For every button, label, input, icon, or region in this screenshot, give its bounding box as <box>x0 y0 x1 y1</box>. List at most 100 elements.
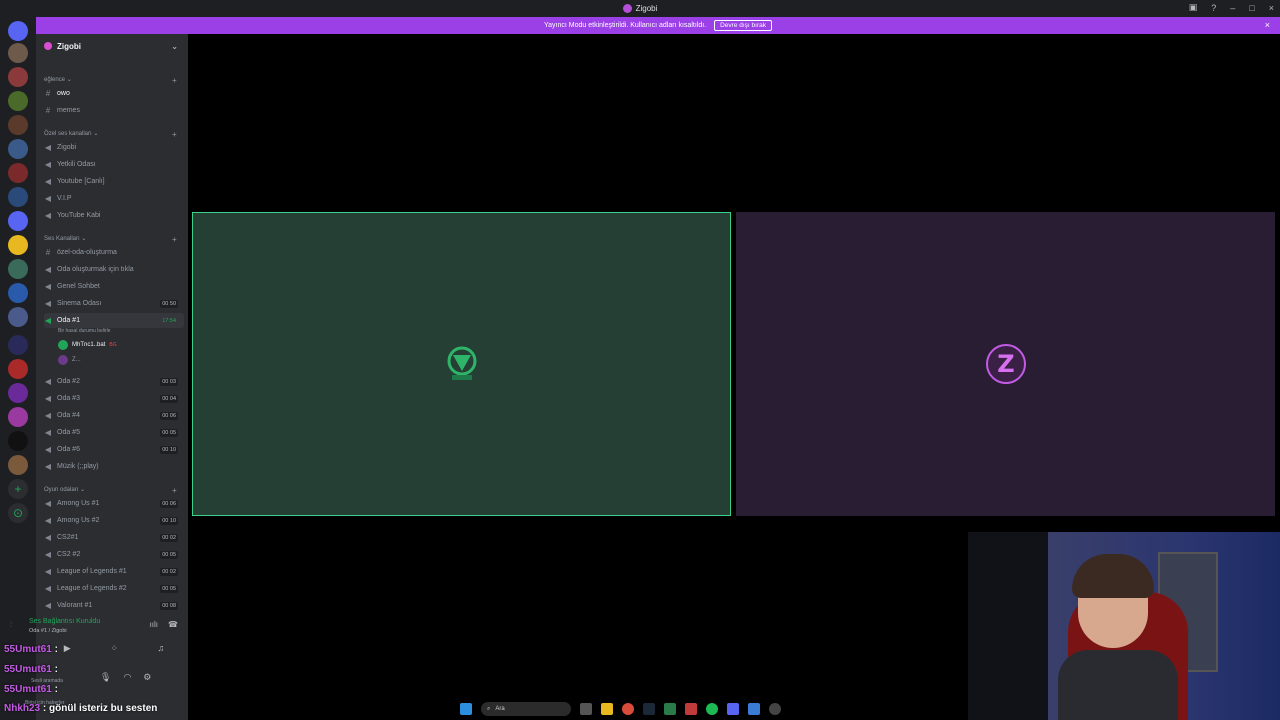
channel-cs2[interactable]: ◀ CS2 #2 00 05 <box>44 547 184 562</box>
add-channel-icon[interactable]: + <box>172 130 177 139</box>
speaker-icon: ◀ <box>44 445 52 454</box>
windows-start-icon[interactable] <box>460 703 472 715</box>
chrome-icon[interactable] <box>622 703 634 715</box>
server-icon[interactable] <box>8 67 28 87</box>
add-channel-icon[interactable]: + <box>172 235 177 244</box>
server-icon[interactable] <box>8 259 28 279</box>
server-icon[interactable] <box>8 139 28 159</box>
channel-oda5[interactable]: ◀ Oda #5 00 05 <box>44 425 184 440</box>
channel-cs1[interactable]: ◀ CS2#1 00 02 <box>44 530 184 545</box>
server-icon[interactable] <box>8 91 28 111</box>
channel-label: Müzik (;;play) <box>57 463 99 470</box>
add-channel-icon[interactable]: + <box>172 76 177 85</box>
server-icon[interactable] <box>8 335 28 355</box>
mic-icon[interactable]: 🎙 <box>100 672 111 683</box>
channel-among1[interactable]: ◀ Among Us #1 00 06 <box>44 496 184 511</box>
channel-zigobi[interactable]: ◀ Zigobi <box>44 140 184 155</box>
inbox-icon[interactable]: ▣ <box>1189 2 1198 13</box>
channel-oda4[interactable]: ◀ Oda #4 00 06 <box>44 408 184 423</box>
photos-icon[interactable] <box>748 703 760 715</box>
channel-label: owo <box>57 90 70 97</box>
guild-header[interactable]: Zigobi ⌄ <box>36 34 188 58</box>
add-channel-icon[interactable]: + <box>172 486 177 495</box>
server-icon[interactable] <box>8 283 28 303</box>
channel-owo[interactable]: # owo <box>44 86 184 101</box>
close-button[interactable]: × <box>1269 3 1274 13</box>
chevron-down-icon[interactable]: ⌄ <box>171 42 178 51</box>
xbox-icon[interactable] <box>664 703 676 715</box>
channel-lol2[interactable]: ◀ League of Legends #2 00 05 <box>44 581 184 596</box>
camera-icon[interactable]: ▶ <box>64 643 71 654</box>
channel-ozel-oda[interactable]: # özel-oda-oluşturma <box>44 245 184 260</box>
app-icon[interactable] <box>769 703 781 715</box>
server-icon[interactable] <box>8 211 28 231</box>
home-icon[interactable] <box>8 21 28 41</box>
task-view-icon[interactable] <box>580 703 592 715</box>
channel-memes[interactable]: # memes <box>44 103 184 118</box>
channel-ytkabi[interactable]: ◀ YouTube Kabi <box>44 208 184 223</box>
server-icon[interactable] <box>8 431 28 451</box>
disable-streamer-mode-button[interactable]: Devre dışı bırak <box>714 20 772 31</box>
hashtag-icon: # <box>45 106 51 115</box>
video-tile[interactable]: Z <box>736 212 1275 516</box>
taskbar: ⌕ Ara <box>460 698 820 720</box>
help-icon[interactable]: ? <box>1211 3 1216 13</box>
disconnect-icon[interactable]: ☎ <box>168 620 178 629</box>
category-oyun[interactable]: Oyun odaları ⌄ + <box>44 486 177 495</box>
settings-gear-icon[interactable]: ⚙ <box>143 672 151 683</box>
steam-icon[interactable] <box>643 703 655 715</box>
add-server-icon[interactable]: + <box>8 479 28 499</box>
activities-icon[interactable]: ⁘ <box>110 643 118 654</box>
channel-valo[interactable]: ◀ Valorant #1 00 08 <box>44 598 184 613</box>
channel-label: CS2 #2 <box>57 551 81 558</box>
category-ses[interactable]: Ses Kanalları ⌄ + <box>44 235 177 244</box>
channel-sinema[interactable]: ◀ Sinema Odası 00 50 <box>44 296 184 311</box>
minimize-button[interactable]: – <box>1230 3 1235 13</box>
discord-icon[interactable] <box>727 703 739 715</box>
voice-channel[interactable]: Oda #1 / Zigobi <box>29 628 67 634</box>
channel-vip[interactable]: ◀ V.I.P <box>44 191 184 206</box>
channel-yetkili[interactable]: ◀ Yetkili Odası <box>44 157 184 172</box>
taskbar-search[interactable]: ⌕ Ara <box>481 702 571 716</box>
server-icon[interactable] <box>8 359 28 379</box>
voice-member[interactable]: MhTnc1..bat BG <box>58 340 117 350</box>
category-eglence[interactable]: eğlence ⌄ + <box>44 76 177 85</box>
channel-youtube[interactable]: ◀ Youtube [Canlı] <box>44 174 184 189</box>
soundboard-icon[interactable]: ♫ <box>157 643 164 654</box>
channel-genel[interactable]: ◀ Genel Sohbet <box>44 279 184 294</box>
channel-oda3[interactable]: ◀ Oda #3 00 04 <box>44 391 184 406</box>
user-count: 00 02 <box>160 567 178 576</box>
server-icon[interactable] <box>8 43 28 63</box>
voice-member[interactable]: Z... <box>58 355 81 365</box>
channel-among2[interactable]: ◀ Among Us #2 00 10 <box>44 513 184 528</box>
server-icon[interactable] <box>8 383 28 403</box>
file-explorer-icon[interactable] <box>601 703 613 715</box>
channel-lol1[interactable]: ◀ League of Legends #1 00 02 <box>44 564 184 579</box>
chat-nick: 55Umut61 <box>4 644 52 655</box>
noise-suppression-icon[interactable]: ıılı <box>150 620 158 629</box>
channel-oda1[interactable]: ◀ Oda #1 17:54 <box>44 313 184 328</box>
voice-status[interactable]: Ses Bağlantısı Kuruldu <box>29 618 100 625</box>
user-count: 00 02 <box>160 533 178 542</box>
channel-label: Sinema Odası <box>57 300 102 307</box>
app-icon[interactable] <box>685 703 697 715</box>
server-icon[interactable] <box>8 115 28 135</box>
server-icon[interactable] <box>8 163 28 183</box>
maximize-button[interactable]: □ <box>1249 3 1254 13</box>
server-icon[interactable] <box>8 307 28 327</box>
spotify-icon[interactable] <box>706 703 718 715</box>
headphones-icon[interactable]: ◠ <box>123 672 131 683</box>
chat-text: gönül isteriz bu sesten <box>49 703 158 714</box>
category-ozel[interactable]: Özel ses kanalları ⌄ + <box>44 130 177 139</box>
server-icon[interactable] <box>8 407 28 427</box>
server-icon[interactable] <box>8 187 28 207</box>
channel-oda6[interactable]: ◀ Oda #6 00 10 <box>44 442 184 457</box>
server-icon[interactable] <box>8 455 28 475</box>
channel-oda-tikla[interactable]: ◀ Oda oluşturmak için tıkla <box>44 262 184 277</box>
server-icon[interactable] <box>8 235 28 255</box>
channel-muzik[interactable]: ◀ Müzik (;;play) <box>44 459 184 474</box>
close-icon[interactable]: × <box>1265 20 1270 30</box>
video-tile-speaking[interactable] <box>192 212 731 516</box>
channel-oda2[interactable]: ◀ Oda #2 00 03 <box>44 374 184 389</box>
explore-icon[interactable]: ⊙ <box>8 503 28 523</box>
